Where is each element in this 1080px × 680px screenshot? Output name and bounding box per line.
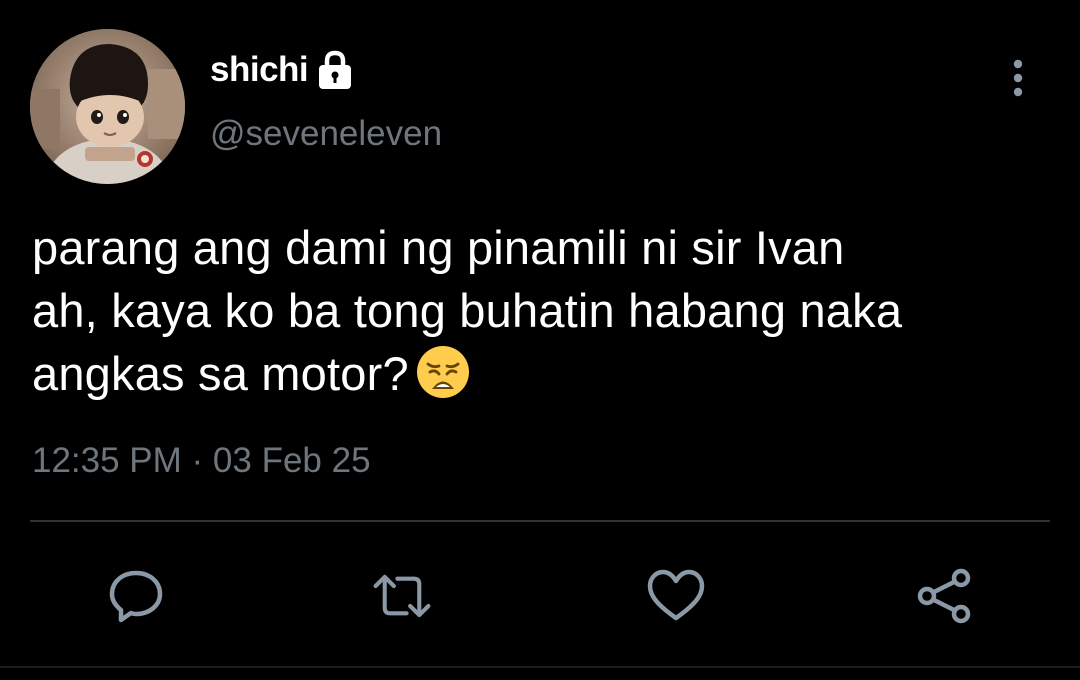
lock-icon: [316, 50, 354, 90]
avatar[interactable]: [30, 29, 185, 184]
weary-face-emoji-icon: [415, 344, 471, 400]
tweet-timestamp[interactable]: 12:35 PM · 03 Feb 25: [32, 441, 371, 481]
tweet-text-line-content: angkas sa motor?: [32, 347, 409, 400]
share-button[interactable]: [914, 566, 974, 626]
like-button[interactable]: [646, 566, 706, 626]
tweet-text-line: ah, kaya ko ba tong buhatin habang naka: [32, 284, 903, 337]
reply-button[interactable]: [106, 566, 166, 626]
retweet-icon: [373, 574, 431, 618]
author-name-row[interactable]: shichi: [210, 48, 354, 92]
heart-icon: [647, 569, 705, 621]
display-name[interactable]: shichi: [210, 50, 309, 90]
tweet-text: parang ang dami ng pinamili ni sir Ivan …: [32, 216, 1052, 405]
more-vertical-icon[interactable]: [1004, 58, 1032, 98]
tweet-text-line: angkas sa motor?: [32, 342, 1052, 405]
retweet-button[interactable]: [372, 566, 432, 626]
divider: [30, 520, 1050, 522]
avatar-image: [30, 29, 185, 184]
comment-icon: [109, 570, 163, 623]
author-handle[interactable]: @seveneleven: [210, 114, 442, 154]
tweet-text-line: parang ang dami ng pinamili ni sir Ivan: [32, 221, 845, 274]
bottom-divider: [0, 666, 1080, 668]
share-icon: [917, 568, 971, 624]
